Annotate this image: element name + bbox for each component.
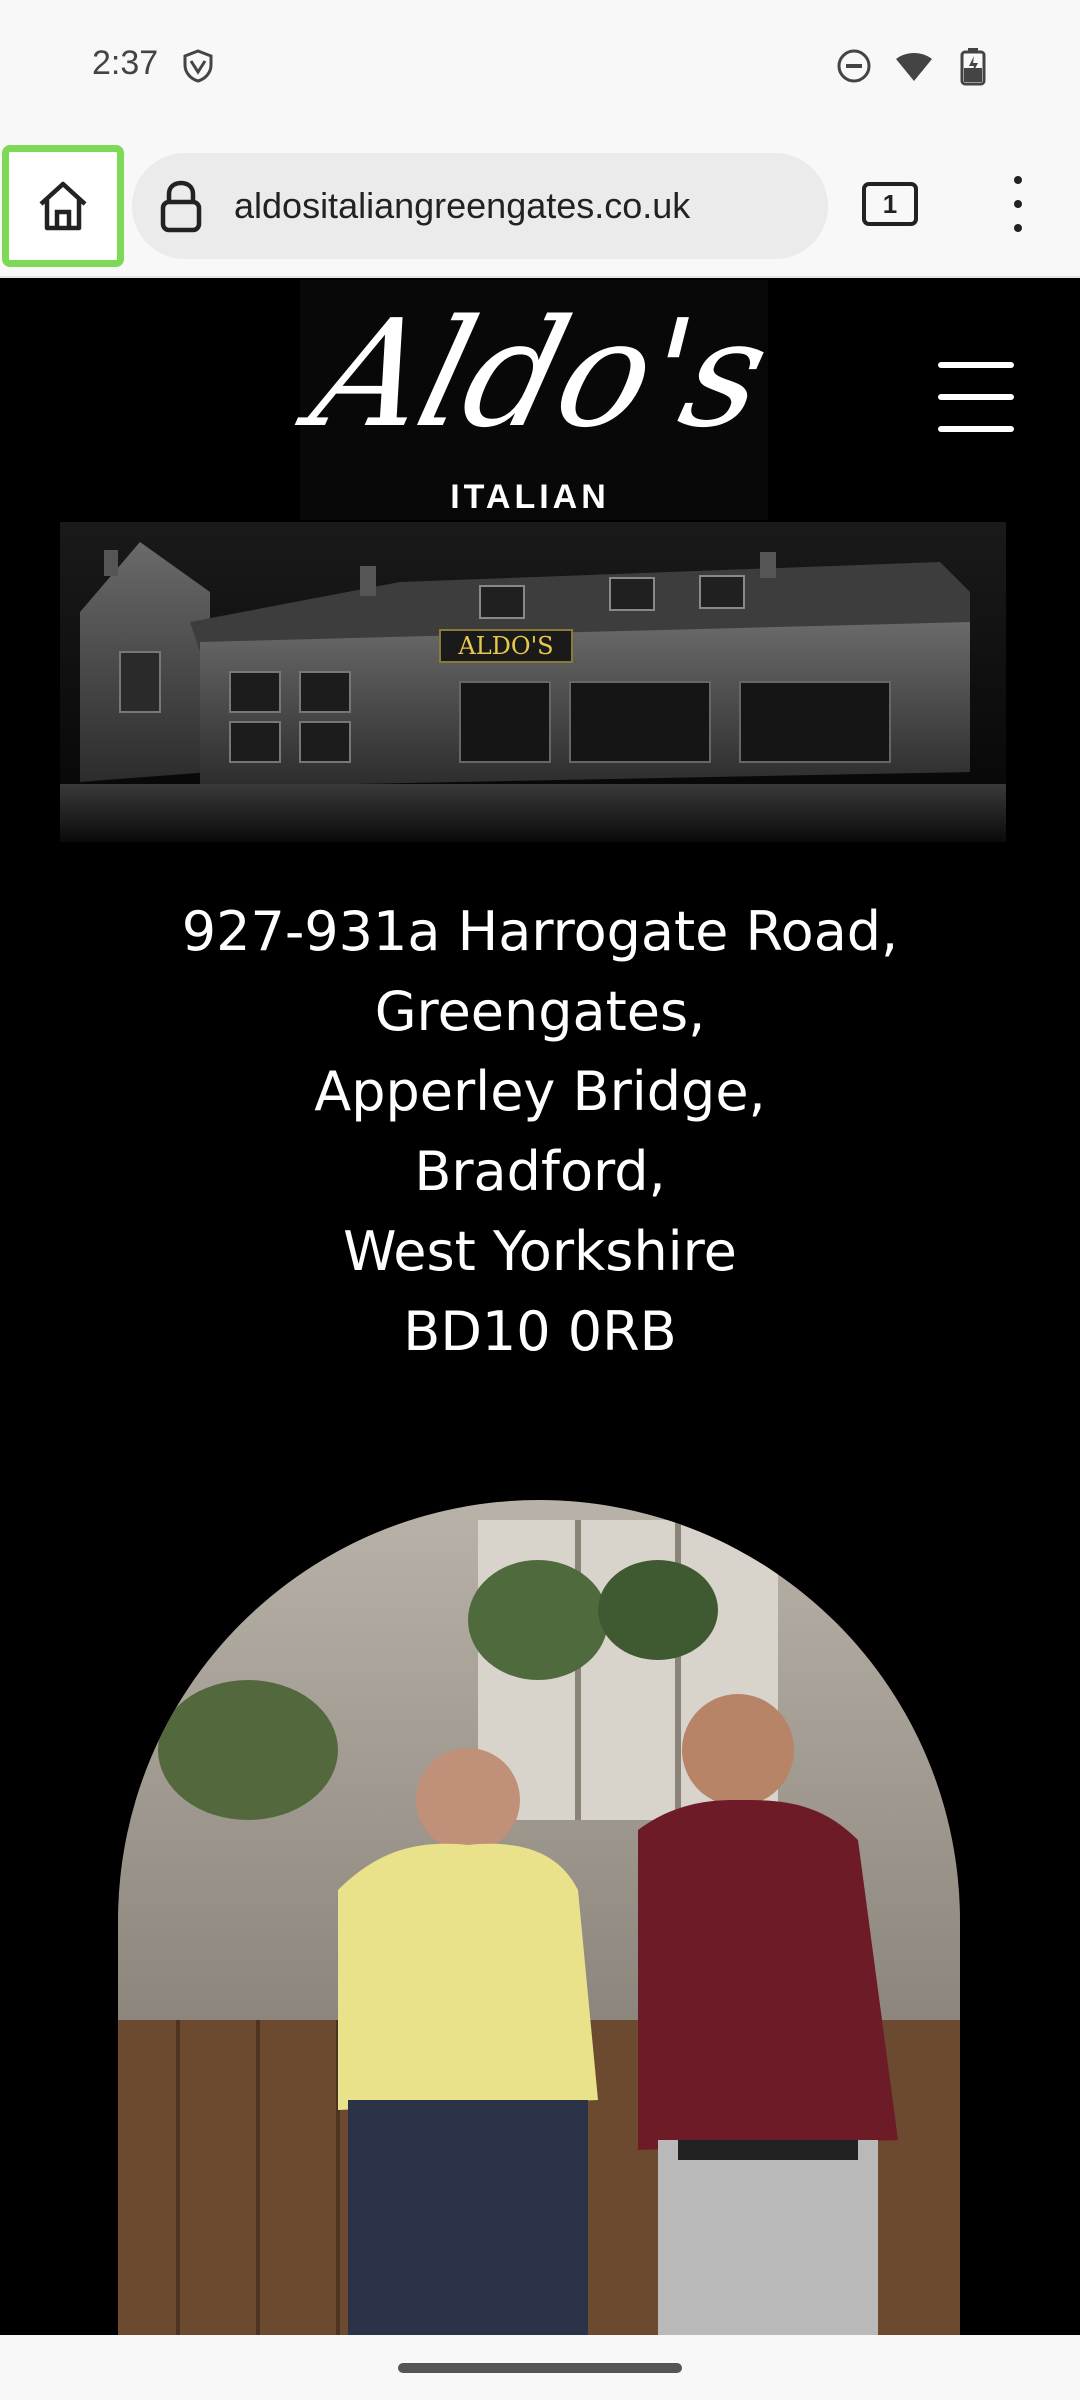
owners-photo-illustration xyxy=(118,1500,960,2335)
home-button[interactable] xyxy=(2,145,124,267)
battery-charging-icon xyxy=(960,48,986,86)
do-not-disturb-icon xyxy=(837,49,871,83)
site-logo[interactable]: Aldo's ITALIAN xyxy=(297,280,783,520)
status-bar: 2:37 xyxy=(0,0,1080,140)
address-line: BD10 0RB xyxy=(403,1300,677,1363)
browser-toolbar: aldositaliangreengates.co.uk 1 xyxy=(0,140,1080,278)
address-line: 927-931a Harrogate Road, xyxy=(181,900,899,963)
restaurant-building-image: ALDO'S xyxy=(60,522,1006,842)
logo-subtitle: ITALIAN xyxy=(450,478,610,516)
more-menu-icon xyxy=(1014,176,1022,184)
address-line: West Yorkshire xyxy=(343,1220,737,1283)
lock-icon[interactable] xyxy=(156,178,206,234)
restaurant-address: 927-931a Harrogate Road, Greengates, App… xyxy=(0,892,1080,1372)
tabs-button[interactable]: 1 xyxy=(862,182,918,226)
home-icon xyxy=(39,181,87,231)
logo-script: Aldo's xyxy=(297,288,783,460)
more-menu-button[interactable] xyxy=(1000,176,1036,232)
hamburger-menu-icon[interactable] xyxy=(938,362,1014,432)
wifi-icon xyxy=(896,53,932,81)
status-time: 2:37 xyxy=(92,44,159,82)
building-sign: ALDO'S xyxy=(457,632,553,660)
vpn-shield-icon xyxy=(183,49,213,83)
tab-count: 1 xyxy=(882,188,898,219)
owners-photo xyxy=(118,1500,960,2335)
url-bar[interactable]: aldositaliangreengates.co.uk xyxy=(132,153,828,259)
address-line: Apperley Bridge, xyxy=(314,1060,766,1123)
url-text[interactable]: aldositaliangreengates.co.uk xyxy=(234,185,690,227)
navigation-bar xyxy=(0,2335,1080,2400)
status-icons xyxy=(836,46,992,86)
address-line: Bradford, xyxy=(414,1140,666,1203)
web-page: Aldo's ITALIAN ALDO'S 927-931a Harrogate… xyxy=(0,280,1080,2335)
home-gesture-handle[interactable] xyxy=(398,2363,682,2373)
address-line: Greengates, xyxy=(374,980,706,1043)
